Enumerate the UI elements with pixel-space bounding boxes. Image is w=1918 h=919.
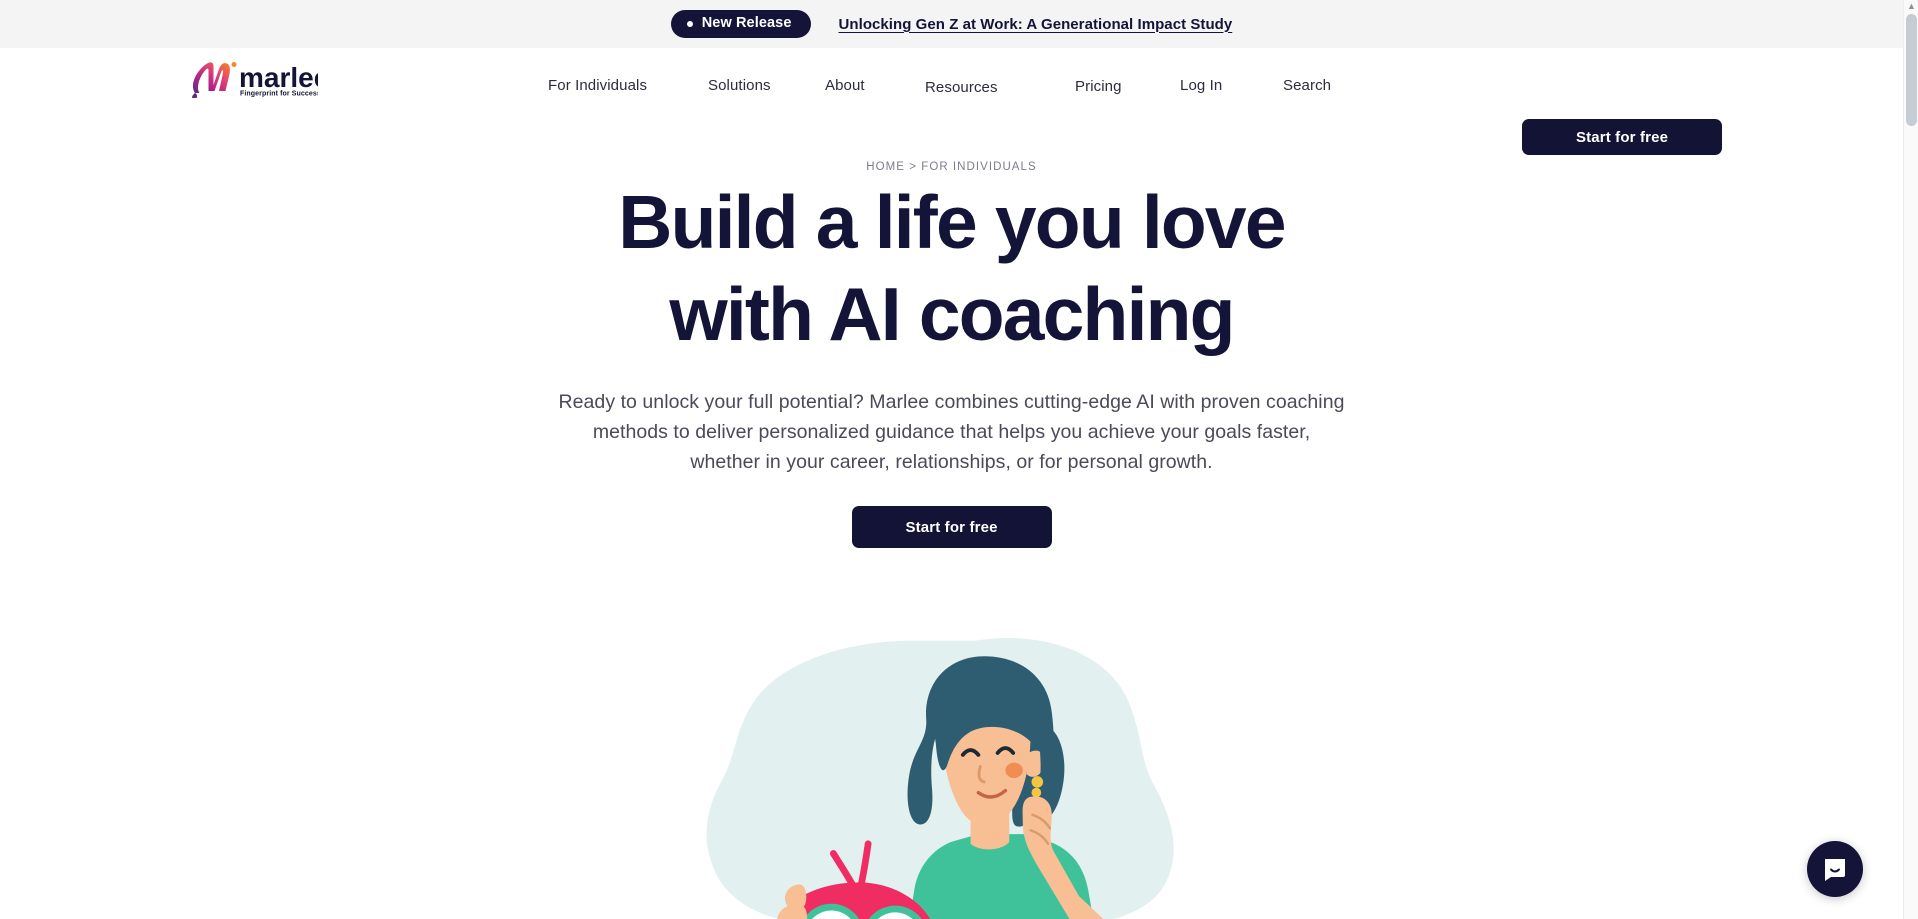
owl-antenna-left	[829, 850, 858, 892]
finger-line-1	[1031, 813, 1052, 830]
hand-left	[777, 904, 808, 919]
eye-right	[995, 746, 1016, 755]
blush	[1005, 762, 1023, 779]
logo-wordmark: marlee	[239, 62, 318, 93]
owl-head	[786, 882, 931, 919]
headline-line-1: Build a life you love	[618, 180, 1286, 264]
hero-start-for-free-button[interactable]: Start for free	[851, 506, 1052, 548]
chevron-up-icon[interactable]: ▲	[1907, 2, 1916, 11]
hero-cta-container: Start for free	[0, 506, 1903, 548]
new-release-badge-label: New Release	[701, 15, 792, 32]
hand-right	[1022, 796, 1104, 919]
shirt	[909, 834, 1094, 919]
breadcrumb-separator: >	[909, 161, 918, 173]
headline-line-2: with AI coaching	[669, 272, 1235, 356]
nav-item-log-in[interactable]: Log In	[1180, 78, 1222, 93]
mouth	[976, 788, 1008, 799]
eye-left	[960, 748, 981, 757]
announcement-link[interactable]: Unlocking Gen Z at Work: A Generational …	[839, 16, 1233, 33]
owl-antenna-right	[857, 840, 872, 892]
hair-back	[907, 656, 1054, 827]
hero-section: HOME > FOR INDIVIDUALS Build a life you …	[0, 120, 1903, 548]
page-title: Build a life you love with AI coaching	[0, 185, 1903, 352]
nav-item-about[interactable]: About	[825, 78, 865, 93]
marlee-logo[interactable]: marlee Fingerprint for Success	[186, 56, 318, 98]
finger-line-2	[1029, 829, 1050, 846]
ear	[1026, 750, 1045, 777]
breadcrumb-current: FOR INDIVIDUALS	[921, 161, 1037, 173]
earring	[1031, 776, 1044, 798]
owl-eye-left	[812, 910, 851, 919]
woman-with-owl-mascot-illustration	[706, 638, 1174, 919]
nav-item-solutions[interactable]: Solutions	[708, 78, 771, 93]
hair-strand-right	[1034, 723, 1065, 822]
neck	[970, 805, 1010, 850]
chat-launcher-button[interactable]	[1807, 841, 1863, 897]
face	[941, 691, 1031, 826]
page-root: New Release Unlocking Gen Z at Work: A G…	[0, 0, 1918, 919]
blob-background	[706, 638, 1174, 919]
marlee-m-mark	[192, 62, 237, 98]
announcement-banner: New Release Unlocking Gen Z at Work: A G…	[0, 0, 1903, 48]
hero-subcopy: Ready to unlock your full potential? Mar…	[558, 391, 1345, 473]
nav-item-resources[interactable]: Resources	[925, 80, 998, 95]
hair-front	[934, 678, 1050, 771]
owl-eye-right-ring	[868, 905, 922, 919]
vertical-scrollbar[interactable]: ▲	[1903, 0, 1918, 919]
logo-tagline: Fingerprint for Success	[240, 91, 318, 98]
chat-bubble-icon	[1825, 859, 1845, 881]
owl-eye-right	[877, 912, 913, 919]
breadcrumb: HOME > FOR INDIVIDUALS	[0, 161, 1903, 173]
owl-mascot	[777, 840, 931, 919]
nav-item-pricing[interactable]: Pricing	[1075, 79, 1122, 94]
breadcrumb-home[interactable]: HOME	[866, 161, 905, 173]
site-header: marlee Fingerprint for Success For Indiv…	[0, 48, 1903, 155]
dot-icon	[686, 20, 693, 27]
thumb	[784, 884, 807, 912]
nose	[977, 765, 986, 784]
scrollbar-thumb[interactable]	[1906, 14, 1917, 126]
owl-body	[780, 882, 928, 919]
woman-figure	[907, 656, 1104, 919]
owl-eye-left-ring	[803, 903, 860, 919]
nav-item-for-individuals[interactable]: For Individuals	[548, 78, 647, 93]
nav-item-search[interactable]: Search	[1283, 78, 1331, 93]
new-release-badge[interactable]: New Release	[670, 10, 811, 38]
